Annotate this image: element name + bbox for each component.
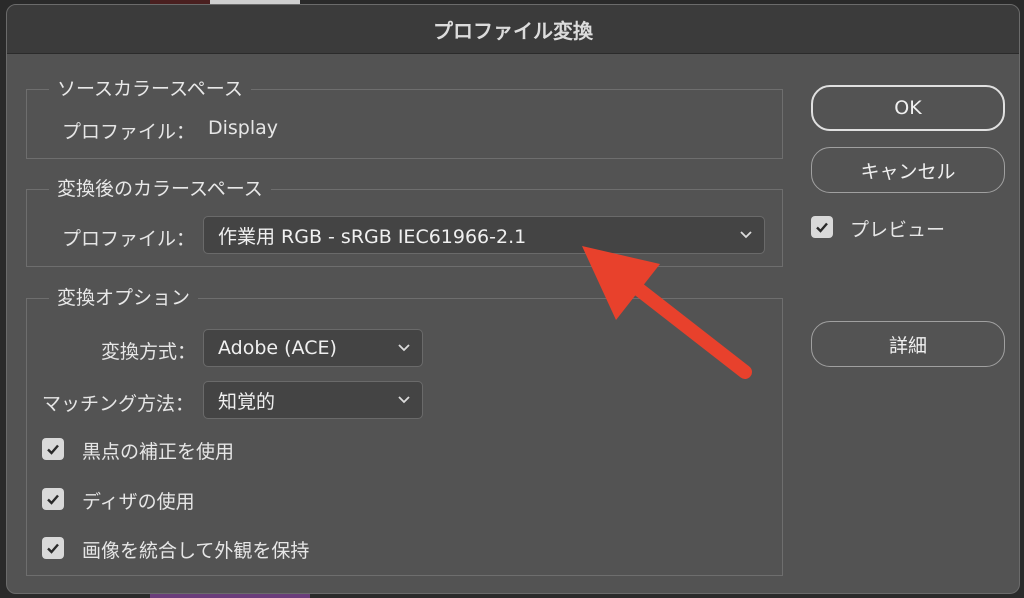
cancel-button[interactable]: キャンセル	[811, 147, 1005, 193]
ok-button[interactable]: OK	[811, 85, 1005, 131]
destination-profile-value: 作業用 RGB - sRGB IEC61966-2.1	[218, 225, 527, 248]
background-app-strip	[150, 594, 310, 598]
checkmark-icon	[47, 494, 59, 505]
chevron-down-icon	[398, 396, 410, 404]
chevron-down-icon	[398, 344, 410, 352]
conversion-options-legend: 変換オプション	[49, 285, 199, 311]
intent-select[interactable]: 知覚的	[203, 381, 423, 419]
checkmark-icon	[47, 543, 59, 554]
advanced-button[interactable]: 詳細	[811, 321, 1005, 367]
use-dither-label: ディザの使用	[82, 491, 195, 513]
annotation-arrow-icon	[582, 246, 752, 379]
source-colorspace-legend: ソースカラースペース	[49, 76, 251, 102]
intent-label: マッチング方法：	[42, 393, 195, 415]
engine-value: Adobe (ACE)	[218, 337, 337, 359]
checkmark-icon	[816, 222, 828, 233]
preview-label: プレビュー	[850, 219, 946, 241]
use-dither-checkbox[interactable]	[42, 488, 64, 510]
dialog-title: プロファイル変換	[7, 5, 1019, 54]
black-point-compensation-checkbox[interactable]	[42, 438, 64, 460]
destination-profile-label: プロファイル：	[62, 228, 196, 250]
destination-colorspace-legend: 変換後のカラースペース	[49, 176, 271, 202]
flatten-image-label: 画像を統合して外観を保持	[82, 540, 310, 562]
checkmark-icon	[47, 444, 59, 455]
flatten-image-checkbox[interactable]	[42, 537, 64, 559]
source-profile-value: Display	[208, 117, 279, 139]
source-profile-label: プロファイル：	[62, 121, 196, 143]
black-point-compensation-label: 黒点の補正を使用	[82, 441, 235, 463]
convert-profile-dialog: プロファイル変換 ソースカラースペース プロファイル： Display 変換後の…	[6, 4, 1020, 594]
engine-label: 変換方式：	[101, 341, 197, 363]
source-colorspace-group: ソースカラースペース プロファイル： Display	[26, 76, 783, 159]
preview-checkbox[interactable]	[811, 216, 833, 238]
intent-value: 知覚的	[218, 390, 276, 413]
engine-select[interactable]: Adobe (ACE)	[203, 329, 423, 367]
